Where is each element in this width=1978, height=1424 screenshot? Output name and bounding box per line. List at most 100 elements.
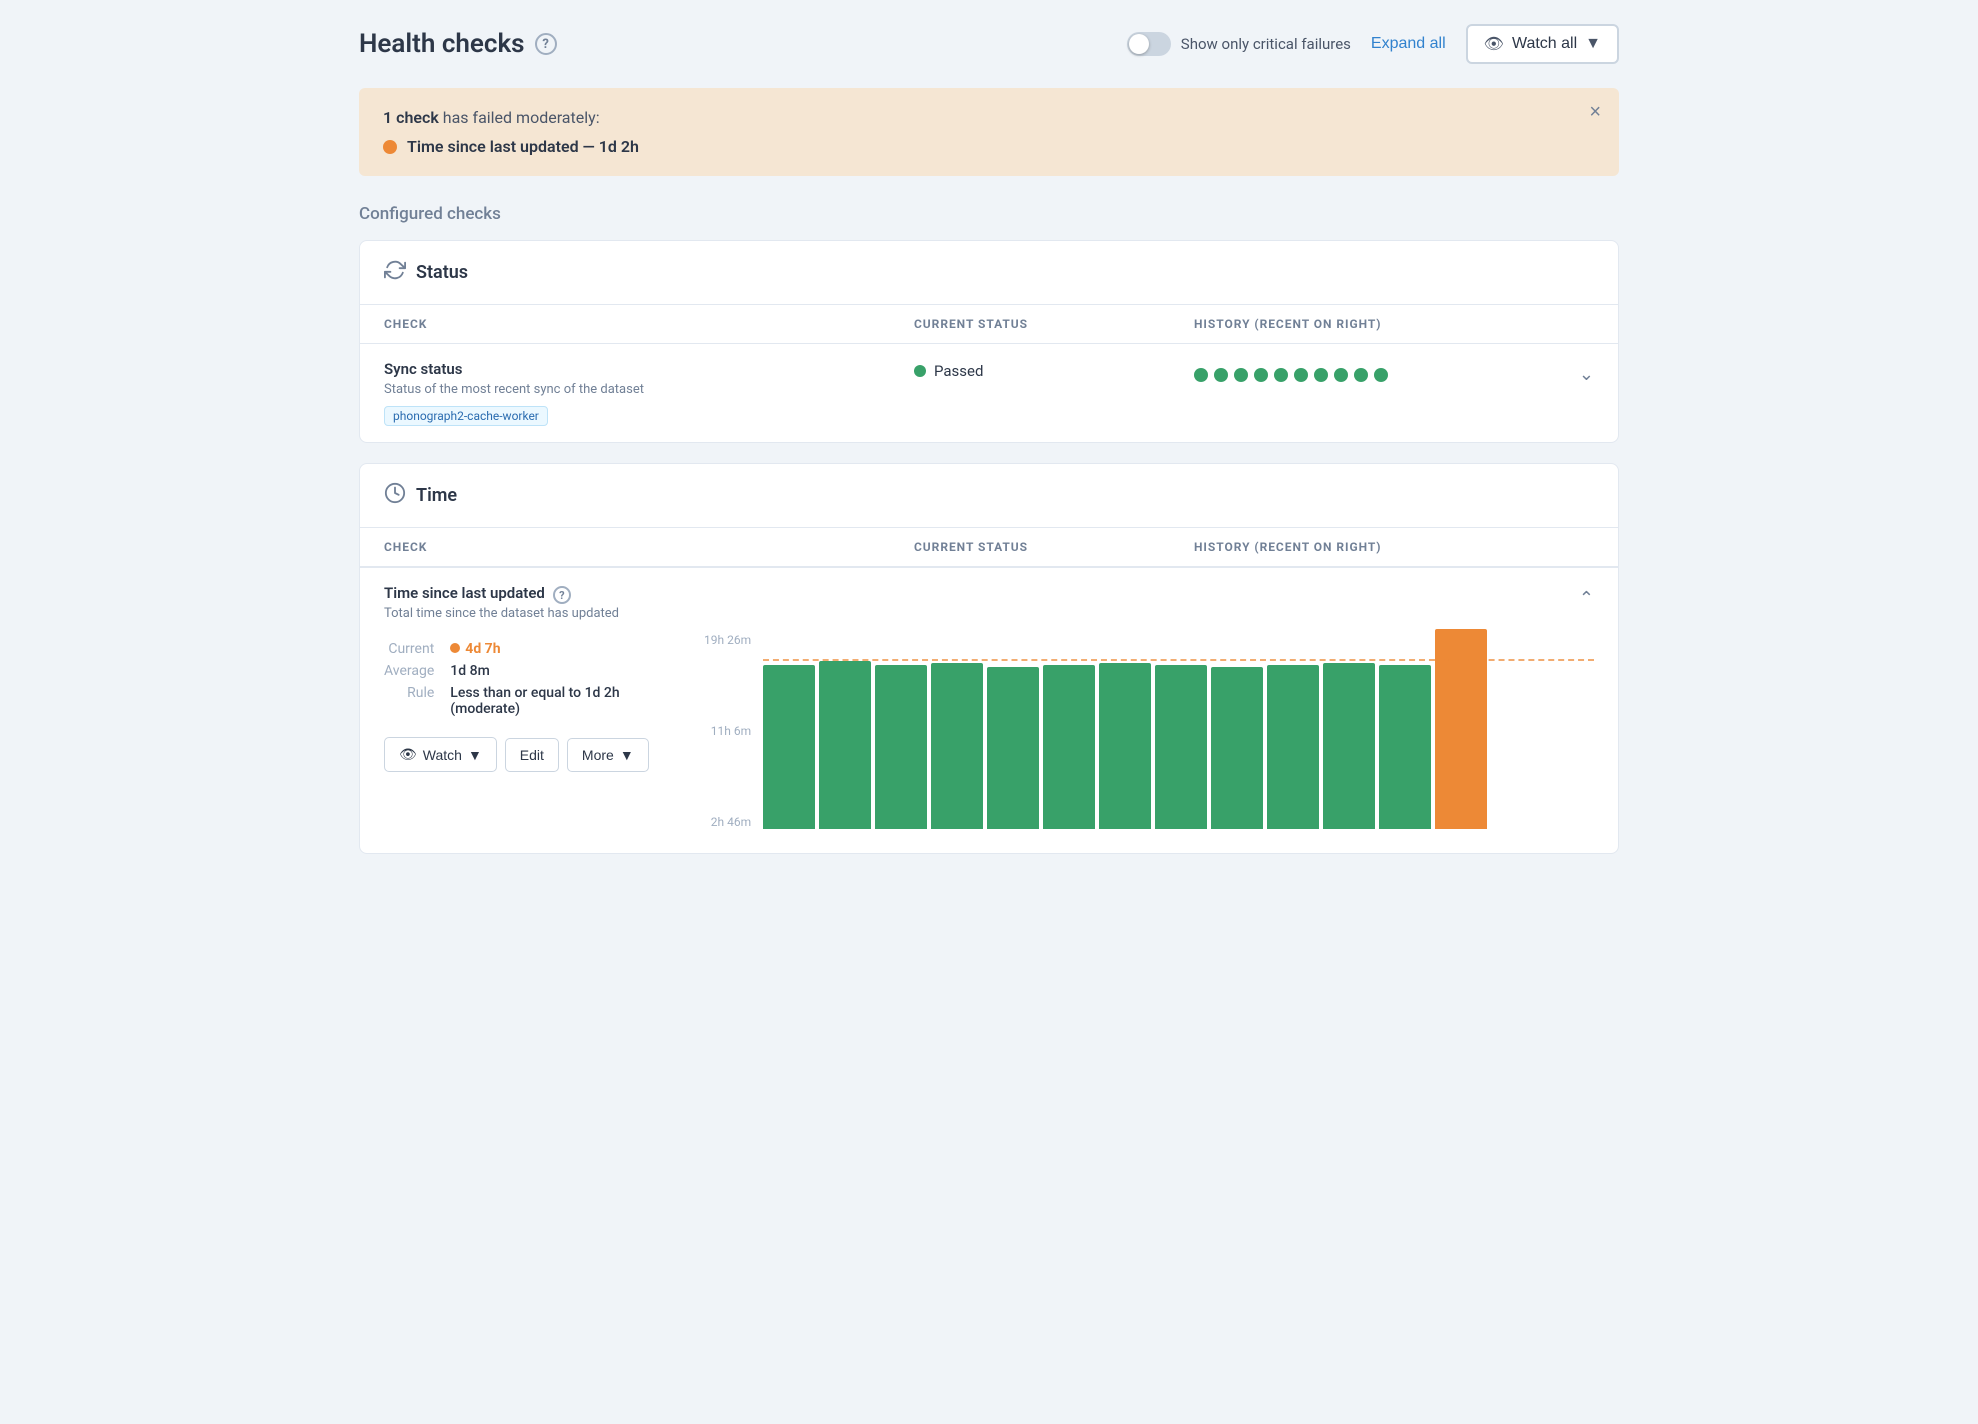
status-text: Passed (934, 362, 983, 380)
time-check-table: CHECK CURRENT STATUS HISTORY (RECENT ON … (360, 528, 1618, 853)
clock-icon (384, 482, 406, 509)
history-dot-4 (1254, 368, 1268, 382)
bar-6 (1043, 665, 1095, 829)
chart-with-labels: 19h 26m 11h 6m 2h 46m (704, 629, 1594, 829)
metrics-grid: Current 4d 7h Average 1d 8m Rule Less th… (384, 641, 664, 717)
bar-1 (763, 665, 815, 829)
bar-11 (1323, 663, 1375, 829)
y-axis-labels: 19h 26m 11h 6m 2h 46m (704, 629, 755, 829)
status-cell: Passed (914, 360, 1194, 380)
passed-dot (914, 365, 926, 377)
alert-close-button[interactable]: × (1589, 102, 1601, 122)
alert-item: Time since last updated — 1d 2h (383, 137, 1595, 156)
average-value: 1d 8m (450, 663, 664, 679)
chevron-down-icon: ▼ (1585, 35, 1601, 53)
time-check-desc: Total time since the dataset has updated (384, 606, 914, 621)
expand-all-button[interactable]: Expand all (1371, 35, 1446, 53)
time-card-header: Time (360, 464, 1618, 528)
watch-label: Watch (423, 747, 462, 763)
watch-all-button[interactable]: 👁 Watch all ▼ (1466, 24, 1619, 64)
watch-all-label: Watch all (1512, 35, 1577, 53)
status-card-title: Status (416, 262, 468, 283)
time-table-header: CHECK CURRENT STATUS HISTORY (RECENT ON … (360, 528, 1618, 567)
more-button[interactable]: More ▼ (567, 738, 649, 772)
header-left: Health checks ? (359, 29, 557, 59)
page-container: Health checks ? Show only critical failu… (359, 24, 1619, 854)
check-tag[interactable]: phonograph2-cache-worker (384, 406, 548, 426)
alert-strong: 1 check (383, 108, 439, 127)
current-value: 4d 7h (450, 641, 664, 657)
history-dot-9 (1354, 368, 1368, 382)
bar-5 (987, 667, 1039, 829)
rule-value: Less than or equal to 1d 2h (moderate) (450, 685, 664, 717)
bar-2 (819, 661, 871, 829)
bar-7 (1099, 663, 1151, 829)
bar-3 (875, 665, 927, 829)
history-dot-6 (1294, 368, 1308, 382)
check-info-cell: Sync status Status of the most recent sy… (384, 360, 914, 426)
y-label-bottom: 2h 46m (711, 815, 751, 829)
current-status-col-header: CURRENT STATUS (914, 317, 1194, 331)
page-title: Health checks (359, 29, 525, 59)
bar-chart: 19h 26m 11h 6m 2h 46m (704, 629, 1594, 829)
alert-item-text: Time since last updated — 1d 2h (407, 137, 639, 156)
bar-4 (931, 663, 983, 829)
history-dot-10 (1374, 368, 1388, 382)
history-dot-8 (1334, 368, 1348, 382)
rule-label: Rule (384, 685, 434, 717)
critical-failures-toggle[interactable] (1127, 32, 1171, 56)
time-status-col-header: CURRENT STATUS (914, 540, 1194, 554)
time-table-row: Time since last updated ? Total time sin… (360, 567, 1618, 853)
action-buttons: 👁 Watch ▼ Edit More ▼ (384, 737, 664, 772)
history-dot-7 (1314, 368, 1328, 382)
history-dot-2 (1214, 368, 1228, 382)
watch-chevron-icon: ▼ (468, 747, 482, 763)
status-table-header: CHECK CURRENT STATUS HISTORY (RECENT ON … (360, 305, 1618, 344)
eye-icon: 👁 (1484, 34, 1504, 54)
bar-8 (1155, 665, 1207, 829)
history-col-header: HISTORY (RECENT ON RIGHT) (1194, 317, 1594, 331)
check-name: Sync status (384, 360, 914, 378)
time-check-col-header: CHECK (384, 540, 914, 554)
help-icon[interactable]: ? (535, 33, 557, 55)
watch-eye-icon: 👁 (399, 746, 417, 763)
time-help-icon[interactable]: ? (553, 586, 571, 604)
header: Health checks ? Show only critical failu… (359, 24, 1619, 64)
time-row-main: Time since last updated ? Total time sin… (360, 568, 1618, 629)
history-cell: ⌄ (1194, 360, 1594, 385)
edit-button[interactable]: Edit (505, 738, 559, 772)
watch-button[interactable]: 👁 Watch ▼ (384, 737, 497, 772)
history-dot-5 (1274, 368, 1288, 382)
time-metrics-section: Current 4d 7h Average 1d 8m Rule Less th… (384, 629, 664, 772)
current-label: Current (384, 641, 434, 657)
time-history-col-header: HISTORY (RECENT ON RIGHT) (1194, 540, 1594, 554)
more-label: More (582, 747, 614, 763)
time-check-name: Time since last updated (384, 584, 545, 602)
configured-checks-label: Configured checks (359, 204, 1619, 224)
bar-9 (1211, 667, 1263, 829)
alert-banner: × 1 check has failed moderately: Time si… (359, 88, 1619, 176)
bars-area (763, 629, 1594, 829)
time-card: Time CHECK CURRENT STATUS HISTORY (RECEN… (359, 463, 1619, 854)
collapse-row-chevron[interactable]: ⌃ (1579, 588, 1594, 609)
toggle-container: Show only critical failures (1127, 32, 1351, 56)
threshold-line (763, 659, 1594, 661)
alert-text: 1 check has failed moderately: (383, 108, 1595, 127)
sync-icon (384, 259, 406, 286)
header-right: Show only critical failures Expand all 👁… (1127, 24, 1619, 64)
check-col-header: CHECK (384, 317, 914, 331)
more-chevron-icon: ▼ (620, 747, 634, 763)
average-label: Average (384, 663, 434, 679)
status-card-header: Status (360, 241, 1618, 305)
time-card-title: Time (416, 485, 457, 506)
time-check-info: Time since last updated ? Total time sin… (384, 584, 914, 629)
y-label-mid: 11h 6m (711, 724, 751, 738)
bar-12 (1379, 665, 1431, 829)
bar-10 (1267, 665, 1319, 829)
status-check-table: CHECK CURRENT STATUS HISTORY (RECENT ON … (360, 305, 1618, 442)
y-label-top: 19h 26m (704, 633, 751, 647)
expand-row-chevron[interactable]: ⌄ (1579, 364, 1594, 385)
history-dot-1 (1194, 368, 1208, 382)
toggle-label: Show only critical failures (1181, 35, 1351, 53)
time-expanded-content: Current 4d 7h Average 1d 8m Rule Less th… (360, 629, 1618, 853)
